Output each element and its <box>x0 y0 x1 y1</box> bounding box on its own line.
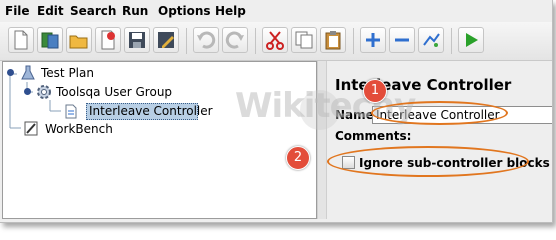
save-as-icon <box>158 32 174 48</box>
expand-button[interactable] <box>360 27 386 53</box>
toolbar-separator <box>451 28 452 54</box>
step-badge-1: 1 <box>363 79 387 103</box>
redo-icon <box>225 31 244 49</box>
new-icon <box>14 30 28 50</box>
name-field-highlight <box>371 101 508 125</box>
open-icon <box>69 35 88 49</box>
toggle-button[interactable] <box>418 27 444 53</box>
templates-icon <box>41 32 59 49</box>
expand-icon <box>366 33 380 47</box>
redo-button[interactable] <box>222 27 248 53</box>
menu-help[interactable]: Help <box>215 4 246 18</box>
collapse-icon <box>395 38 409 42</box>
tree-node-workbench[interactable]: WorkBench <box>45 122 113 136</box>
copy-button[interactable] <box>291 27 317 53</box>
menu-options[interactable]: Options <box>158 4 211 18</box>
tree-node-interleave-controller[interactable]: Interleave Controller <box>89 104 213 118</box>
toolbar-separator <box>255 28 256 54</box>
copy-icon <box>295 31 313 49</box>
thread-group-gear-icon <box>37 85 51 99</box>
comments-label: Comments: <box>335 129 412 143</box>
menu-edit[interactable]: Edit <box>37 4 64 18</box>
save-as-button[interactable] <box>153 27 179 53</box>
step-badge-2: 2 <box>286 146 310 170</box>
start-icon <box>466 33 478 47</box>
paste-button[interactable] <box>320 27 346 53</box>
undo-icon <box>197 31 216 49</box>
pane-splitter[interactable] <box>317 61 327 219</box>
tree-node-test-plan[interactable]: Test Plan <box>41 66 94 80</box>
tree-node-thread-group[interactable]: Toolsqa User Group <box>56 85 172 99</box>
controller-editor: Interleave Controller Name: Comments: Ig… <box>327 61 552 219</box>
toolbar-separator <box>353 28 354 54</box>
close-icon <box>101 30 115 50</box>
open-button[interactable] <box>66 27 92 53</box>
toggle-icon <box>423 33 440 47</box>
test-plan-tree: Test Plan Toolsqa User Group Interleave … <box>2 61 317 219</box>
new-button[interactable] <box>8 27 34 53</box>
collapse-handle-icon[interactable] <box>24 88 31 95</box>
jmeter-window: File Edit Search Run Options Help Test P… <box>0 0 553 223</box>
collapse-handle-icon[interactable] <box>7 69 14 76</box>
toolbar <box>0 22 552 61</box>
undo-button[interactable] <box>193 27 219 53</box>
toolbar-separator <box>186 28 187 54</box>
workbench-icon <box>24 121 38 136</box>
templates-button[interactable] <box>37 27 63 53</box>
start-button[interactable] <box>458 27 484 53</box>
save-button[interactable] <box>124 27 150 53</box>
checkbox-highlight <box>327 146 529 177</box>
collapse-button[interactable] <box>389 27 415 53</box>
paste-icon <box>325 31 341 50</box>
cut-icon <box>266 31 284 50</box>
menu-file[interactable]: File <box>5 4 30 18</box>
controller-icon <box>65 104 77 119</box>
close-button[interactable] <box>95 27 121 53</box>
menu-run[interactable]: Run <box>122 4 148 18</box>
test-plan-icon <box>21 65 35 80</box>
menu-search[interactable]: Search <box>70 4 116 18</box>
save-icon <box>129 32 145 48</box>
cut-button[interactable] <box>262 27 288 53</box>
menu-bar: File Edit Search Run Options Help <box>0 0 552 22</box>
